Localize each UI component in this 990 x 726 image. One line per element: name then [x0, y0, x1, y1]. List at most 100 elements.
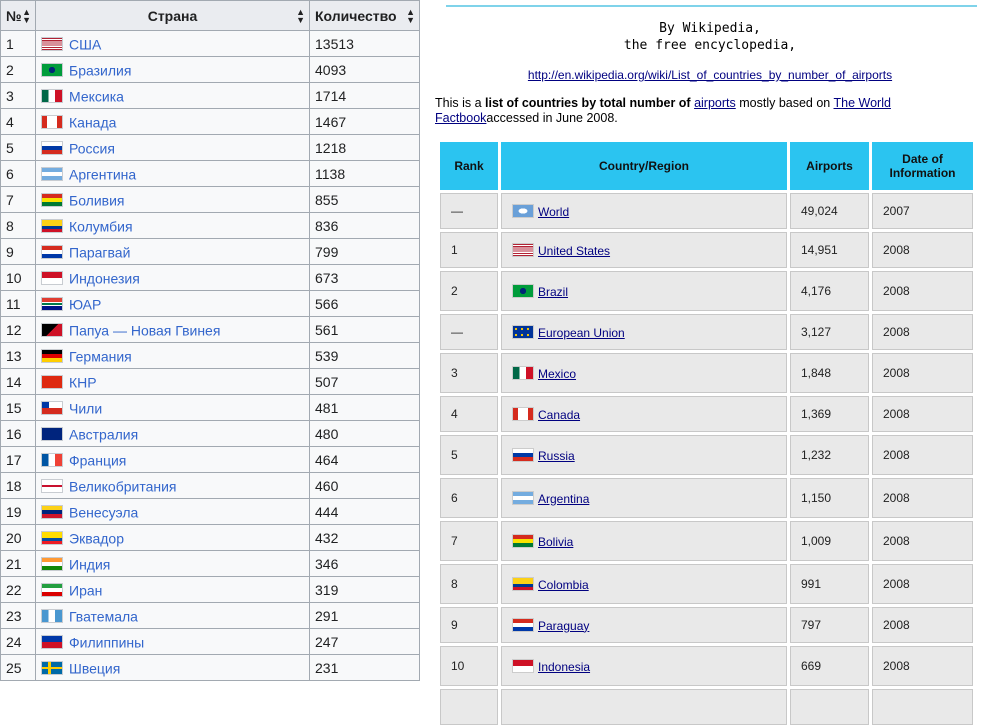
sort-icon[interactable]: ▲ ▼	[22, 8, 31, 25]
country-link[interactable]: КНР	[69, 374, 97, 390]
table-row: 22 Иран 319	[0, 576, 420, 603]
flag-icon	[512, 490, 534, 505]
airport-count-cell: 669	[790, 646, 869, 686]
source-url-link[interactable]: http://en.wikipedia.org/wiki/List_of_cou…	[430, 68, 990, 82]
airport-count-cell: 1,232	[790, 435, 869, 475]
country-link[interactable]: Russia	[538, 449, 575, 463]
country-link[interactable]: Филиппины	[69, 634, 144, 650]
country-link[interactable]: Bolivia	[538, 535, 573, 549]
country-link[interactable]: Мексика	[69, 88, 124, 104]
table-row: 18 Великобритания 460	[0, 472, 420, 499]
country-link[interactable]: США	[69, 36, 101, 52]
country-cell: КНР	[35, 368, 310, 395]
date-cell: 2008	[872, 396, 973, 432]
rank-cell	[440, 689, 498, 725]
country-link[interactable]: Иран	[69, 582, 102, 598]
airport-count-cell: 797	[790, 607, 869, 643]
airport-count-cell: 566	[309, 290, 420, 317]
country-link[interactable]: Canada	[538, 408, 580, 422]
airport-count-cell: 991	[790, 564, 869, 604]
intro-text-3: accessed in June 2008.	[486, 111, 618, 125]
ru-col-header-count-label: Количество	[315, 7, 397, 24]
country-link[interactable]: Папуа — Новая Гвинея	[69, 322, 220, 338]
airport-count-cell: 1467	[309, 108, 420, 135]
country-link[interactable]: United States	[538, 244, 610, 258]
ru-table-body: 1 США 13513 2 Бразилия 4093 3 Мексика 1714 4 Канад…	[0, 30, 420, 681]
country-link[interactable]: Франция	[69, 452, 126, 468]
country-link[interactable]: Австралия	[69, 426, 138, 442]
rank-cell: 1	[0, 30, 36, 57]
ru-col-header-count[interactable]: Количество ▲ ▼	[309, 0, 420, 31]
flag-icon	[41, 193, 63, 208]
country-cell: Гватемала	[35, 602, 310, 629]
table-row: 10 Индонезия 673	[0, 264, 420, 291]
table-row: 8 Колумбия 836	[0, 212, 420, 239]
country-link[interactable]: European Union	[538, 326, 625, 340]
country-link[interactable]: Paraguay	[538, 619, 589, 633]
country-link[interactable]: Индонезия	[69, 270, 140, 286]
country-link[interactable]: Парагвай	[69, 244, 130, 260]
sort-icon[interactable]: ▲ ▼	[406, 8, 415, 25]
table-row: 17 Франция 464	[0, 446, 420, 473]
rank-cell: —	[440, 193, 498, 229]
country-link[interactable]: Mexico	[538, 367, 576, 381]
country-link[interactable]: Швеция	[69, 660, 120, 676]
table-row: 4 Канада 1467	[0, 108, 420, 135]
country-link[interactable]: ЮАР	[69, 296, 101, 312]
rank-cell: 7	[440, 521, 498, 561]
flag-icon	[41, 531, 63, 546]
country-link[interactable]: Гватемала	[69, 608, 138, 624]
credit-line-1: By Wikipedia,	[659, 21, 761, 36]
en-airports-table: Rank Country/Region Airports Date of Inf…	[437, 139, 976, 726]
ru-airports-table: № ▲ ▼ Страна ▲ ▼ Количество ▲ ▼ 1 США 13513 2 Б…	[0, 0, 420, 681]
country-link[interactable]: Колумбия	[69, 218, 133, 234]
top-divider	[446, 5, 977, 7]
airport-count-cell: 1,009	[790, 521, 869, 561]
country-link[interactable]: Brazil	[538, 285, 568, 299]
date-cell: 2008	[872, 521, 973, 561]
country-link[interactable]: Россия	[69, 140, 115, 156]
rank-cell: 2	[440, 271, 498, 311]
intro-paragraph: This is a list of countries by total num…	[435, 96, 975, 126]
country-link[interactable]: Великобритания	[69, 478, 177, 494]
country-cell	[501, 689, 787, 725]
airport-count-cell: 855	[309, 186, 420, 213]
country-link[interactable]: World	[538, 205, 569, 219]
table-row: 16 Австралия 480	[0, 420, 420, 447]
country-link[interactable]: Боливия	[69, 192, 125, 208]
country-link[interactable]: Бразилия	[69, 62, 131, 78]
ru-col-header-number[interactable]: № ▲ ▼	[0, 0, 36, 31]
country-link[interactable]: Канада	[69, 114, 116, 130]
country-link[interactable]: Германия	[69, 348, 132, 364]
date-cell: 2008	[872, 478, 973, 518]
airport-count-cell: 3,127	[790, 314, 869, 350]
date-cell: 2008	[872, 353, 973, 393]
rank-cell: 17	[0, 446, 36, 473]
airports-link[interactable]: airports	[694, 96, 736, 110]
table-row: 19 Венесуэла 444	[0, 498, 420, 525]
country-link[interactable]: Чили	[69, 400, 102, 416]
airport-count-cell: 13513	[309, 30, 420, 57]
flag-icon	[512, 203, 534, 218]
rank-cell: 6	[0, 160, 36, 187]
country-cell: Индия	[35, 550, 310, 577]
country-link[interactable]: Индия	[69, 556, 110, 572]
country-cell: Argentina	[501, 478, 787, 518]
airport-count-cell: 49,024	[790, 193, 869, 229]
country-link[interactable]: Эквадор	[69, 530, 124, 546]
country-link[interactable]: Indonesia	[538, 660, 590, 674]
country-cell: Великобритания	[35, 472, 310, 499]
country-link[interactable]: Аргентина	[69, 166, 136, 182]
table-row: — World 49,024 2007	[440, 193, 973, 229]
ru-col-header-country[interactable]: Страна ▲ ▼	[35, 0, 310, 31]
table-row: 2 Бразилия 4093	[0, 56, 420, 83]
table-row: 14 КНР 507	[0, 368, 420, 395]
flag-icon	[41, 635, 63, 650]
table-row: 7 Bolivia 1,009 2008	[440, 521, 973, 561]
table-row: 23 Гватемала 291	[0, 602, 420, 629]
country-cell: Mexico	[501, 353, 787, 393]
country-link[interactable]: Argentina	[538, 492, 589, 506]
sort-icon[interactable]: ▲ ▼	[296, 8, 305, 25]
country-link[interactable]: Colombia	[538, 578, 589, 592]
country-link[interactable]: Венесуэла	[69, 504, 138, 520]
